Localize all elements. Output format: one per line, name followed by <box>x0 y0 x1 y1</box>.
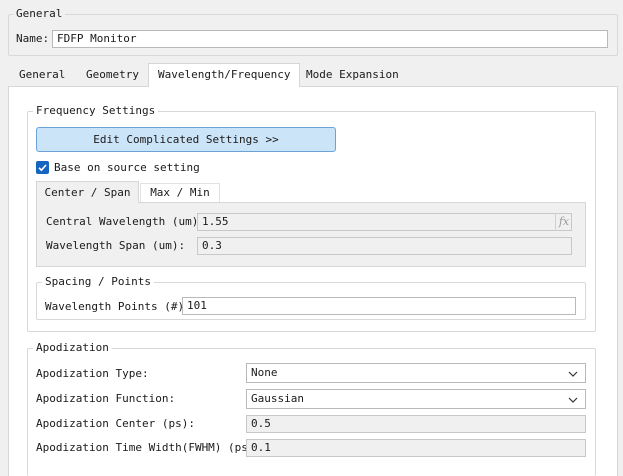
wavelength-span-input[interactable]: 0.3 <box>197 237 572 255</box>
apodization-type-select[interactable]: None <box>246 363 586 383</box>
apodization-title: Apodization <box>33 341 112 354</box>
base-on-source-checkbox[interactable] <box>36 161 49 174</box>
name-label: Name: <box>16 32 50 45</box>
apodization-function-label: Apodization Function: <box>36 392 176 405</box>
apodization-function-select[interactable]: Gaussian <box>246 389 586 409</box>
base-on-source-label: Base on source setting <box>54 161 200 174</box>
chevron-down-icon <box>568 397 578 403</box>
subtab-center-span-label: Center / Span <box>44 186 131 199</box>
subtab-max-min[interactable]: Max / Min <box>140 183 220 202</box>
fx-icon[interactable]: fx <box>555 213 572 231</box>
frequency-settings-title: Frequency Settings <box>33 104 159 117</box>
apodization-width-label: Apodization Time Width(FWHM) (ps): <box>36 441 262 454</box>
wavelength-points-input[interactable]: 101 <box>182 297 576 315</box>
tab-geometry[interactable]: Geometry <box>77 64 148 87</box>
tab-general[interactable]: General <box>10 64 74 87</box>
edit-complicated-settings-label: Edit Complicated Settings >> <box>93 133 279 146</box>
checkmark-icon <box>38 164 47 172</box>
subtab-max-min-label: Max / Min <box>150 186 210 199</box>
subtab-center-span[interactable]: Center / Span <box>36 181 139 203</box>
tab-wavelength-frequency[interactable]: Wavelength/Frequency <box>148 63 301 87</box>
apodization-type-value: None <box>251 366 278 379</box>
apodization-width-input[interactable]: 0.1 <box>246 439 586 457</box>
spacing-points-title: Spacing / Points <box>42 275 154 288</box>
apodization-function-value: Gaussian <box>251 392 304 405</box>
apodization-center-input[interactable]: 0.5 <box>246 415 586 433</box>
edit-complicated-settings-button[interactable]: Edit Complicated Settings >> <box>36 127 336 152</box>
central-wavelength-input[interactable]: 1.55 <box>197 213 572 231</box>
center-span-panel <box>36 202 586 267</box>
chevron-down-icon <box>568 371 578 377</box>
fx-icon-label: fx <box>558 215 570 228</box>
general-group-title: General <box>13 7 66 20</box>
name-input[interactable]: FDFP Monitor <box>52 30 608 48</box>
apodization-center-label: Apodization Center (ps): <box>36 417 195 430</box>
wavelength-points-label: Wavelength Points (#): <box>45 300 191 313</box>
central-wavelength-label: Central Wavelength (um): <box>46 215 205 228</box>
wavelength-span-label: Wavelength Span (um): <box>46 239 186 252</box>
apodization-type-label: Apodization Type: <box>36 367 149 380</box>
tab-mode-expansion[interactable]: Mode Expansion <box>297 64 408 87</box>
